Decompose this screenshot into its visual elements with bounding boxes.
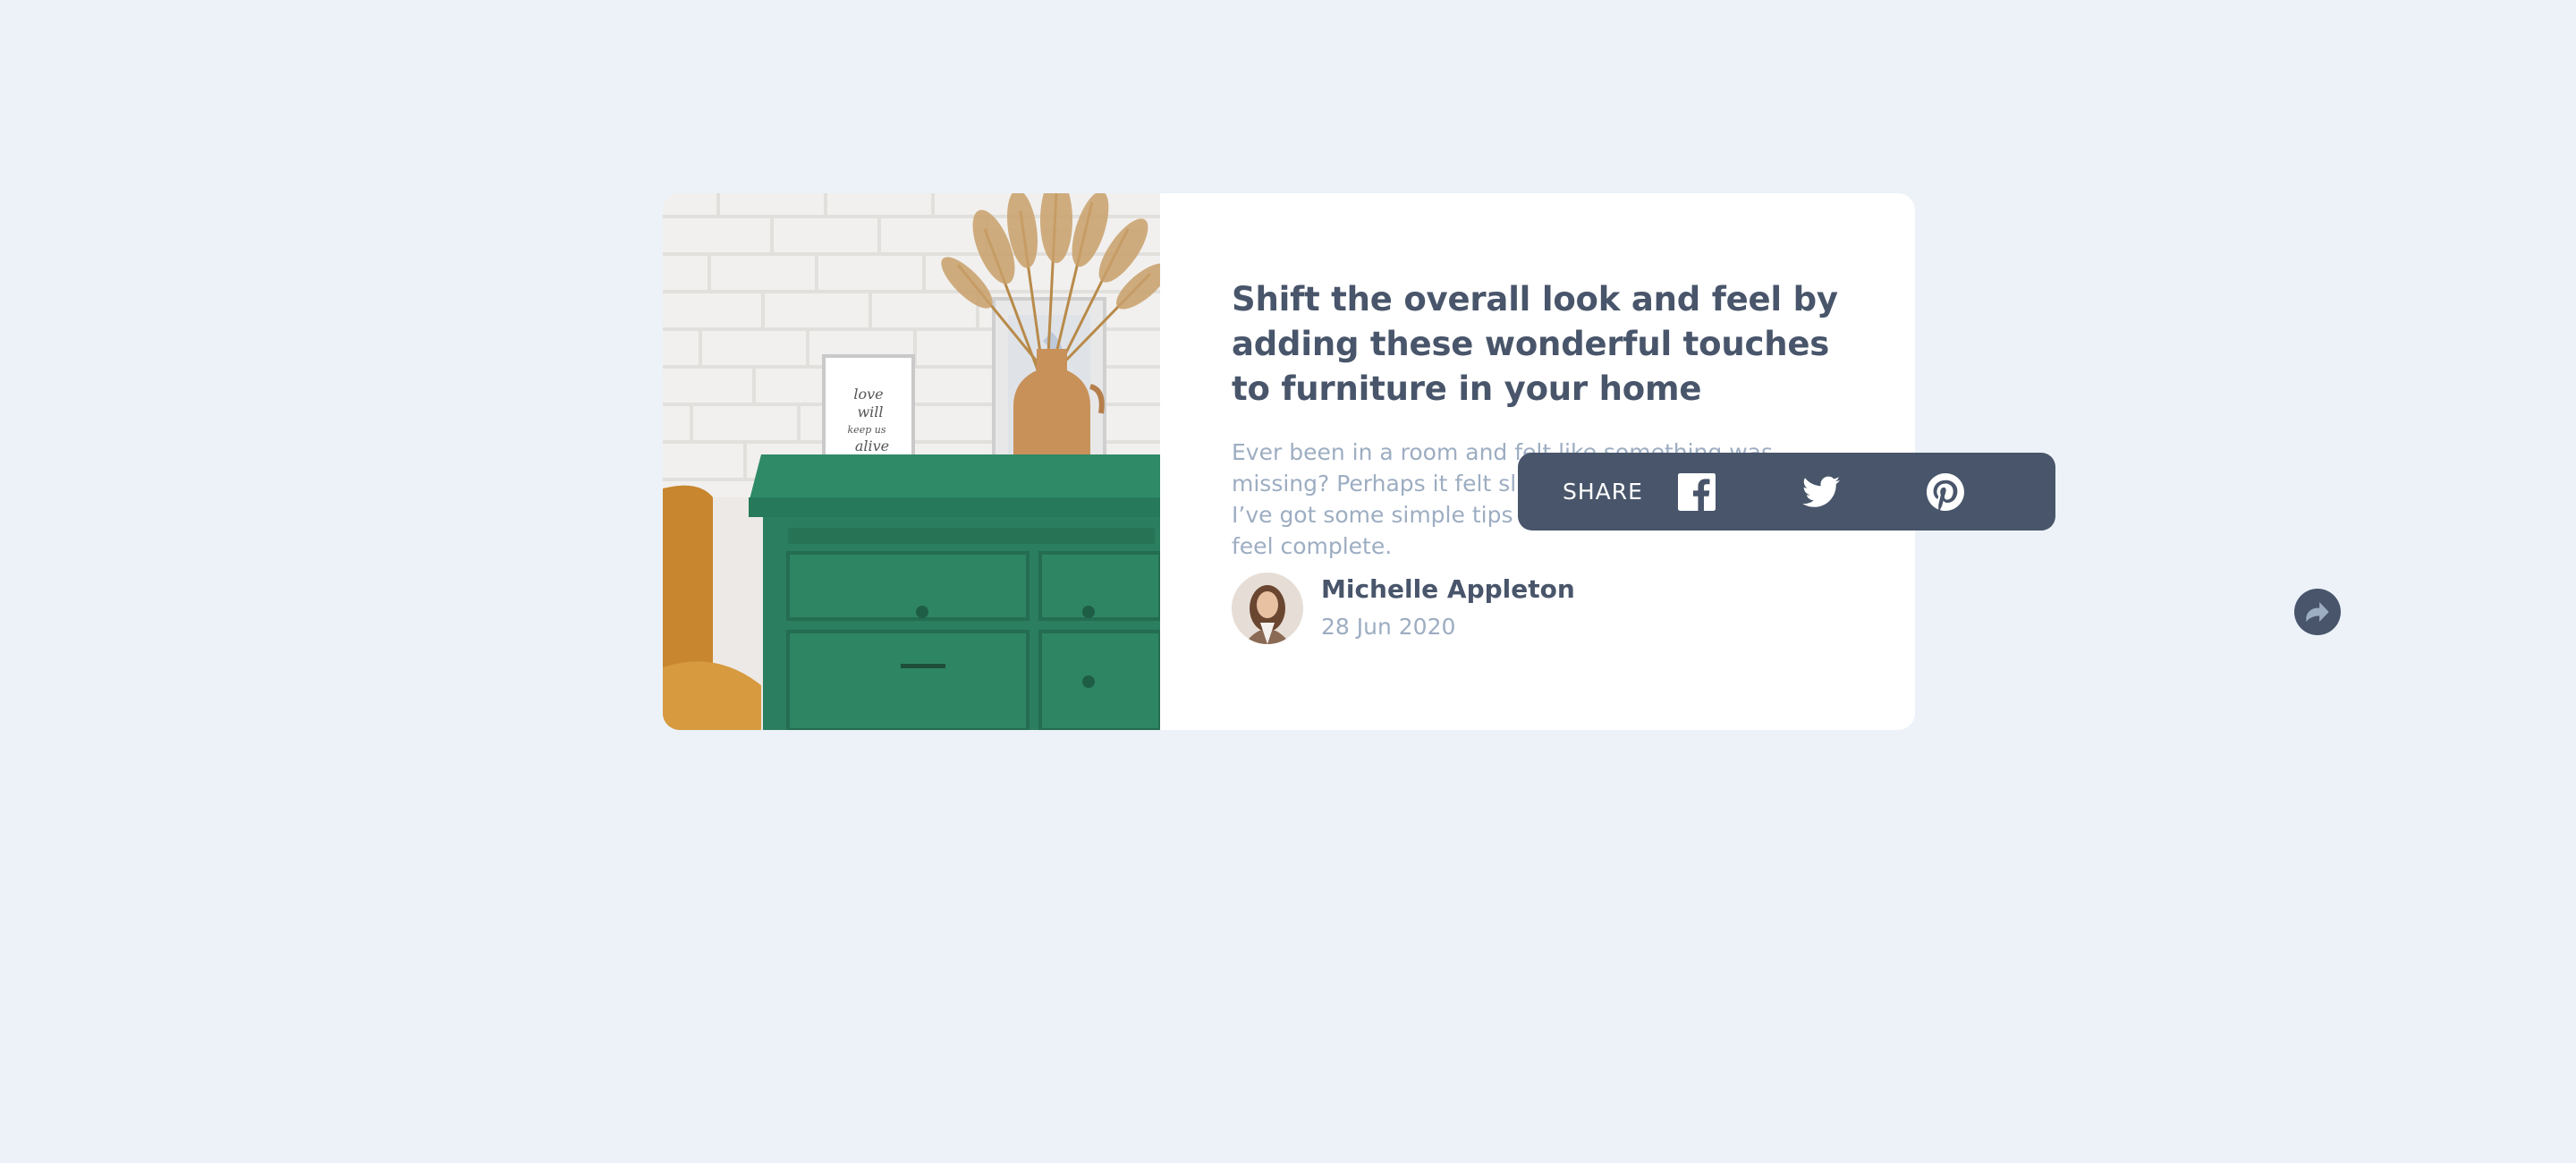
svg-text:alive: alive xyxy=(855,437,889,454)
pinterest-icon[interactable] xyxy=(1926,472,1965,512)
svg-text:love: love xyxy=(853,386,883,403)
share-label: SHARE xyxy=(1563,479,1643,505)
author-info: Michelle Appleton 28 Jun 2020 xyxy=(1232,573,1575,644)
avatar xyxy=(1232,573,1303,644)
svg-text:keep us: keep us xyxy=(848,424,886,436)
drawers-photo: love will keep us alive xyxy=(663,193,1160,730)
share-button[interactable] xyxy=(2294,589,2341,635)
facebook-icon[interactable] xyxy=(1677,472,1716,512)
publish-date: 28 Jun 2020 xyxy=(1321,614,1456,640)
article-title: Shift the overall look and feel by addin… xyxy=(1232,280,1838,408)
twitter-icon[interactable] xyxy=(1801,472,1841,512)
share-popup: SHARE xyxy=(1518,453,2055,531)
author-name: Michelle Appleton xyxy=(1321,574,1575,604)
svg-text:will: will xyxy=(857,403,883,420)
share-arrow-icon xyxy=(2306,602,2329,622)
